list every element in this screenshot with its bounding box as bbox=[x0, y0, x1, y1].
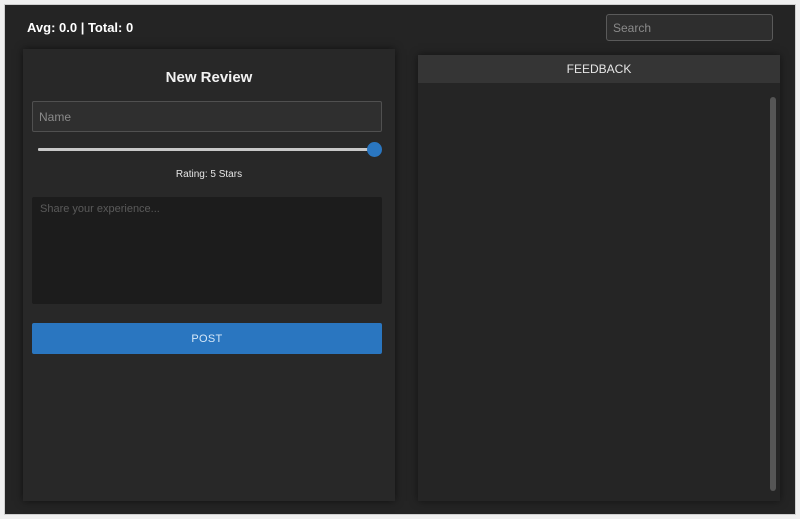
search-input[interactable] bbox=[606, 14, 773, 41]
rating-slider-fill bbox=[38, 148, 374, 151]
rating-slider-thumb[interactable] bbox=[367, 142, 382, 157]
feedback-scrollbar[interactable] bbox=[770, 97, 776, 491]
feedback-list bbox=[418, 83, 768, 501]
post-button[interactable]: POST bbox=[32, 323, 382, 354]
rating-label: Rating: 5 Stars bbox=[175, 169, 243, 180]
new-review-panel: New Review Rating: 5 Stars POST bbox=[23, 49, 395, 501]
review-textarea[interactable] bbox=[32, 197, 382, 304]
header-bar: Avg: 0.0 | Total: 0 bbox=[5, 5, 795, 51]
panel-title: New Review bbox=[165, 69, 253, 86]
rating-slider[interactable] bbox=[38, 142, 382, 157]
name-input[interactable] bbox=[32, 101, 382, 132]
feedback-header: FEEDBACK bbox=[418, 55, 780, 83]
review-stats: Avg: 0.0 | Total: 0 bbox=[27, 20, 134, 35]
feedback-panel: FEEDBACK bbox=[418, 55, 780, 501]
app-window: Avg: 0.0 | Total: 0 New Review Rating: 5… bbox=[4, 4, 796, 515]
